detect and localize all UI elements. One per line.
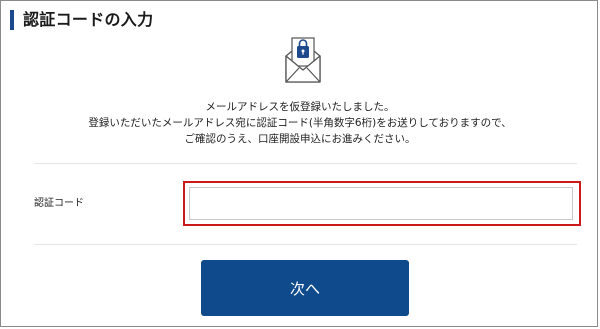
page-frame: 認証コードの入力 メールアドレスを仮登録いたしました。 登録いただいたメールアド… bbox=[0, 0, 598, 327]
title-accent-bar bbox=[10, 10, 14, 30]
message-line-2: 登録いただいたメールアドレス宛に認証コード(半角数字6桁)をお送りしておりますの… bbox=[88, 117, 512, 129]
verification-code-input[interactable] bbox=[189, 187, 573, 220]
next-button[interactable]: 次へ bbox=[201, 260, 409, 316]
page-header: 認証コードの入力 bbox=[10, 10, 153, 30]
page-title: 認証コードの入力 bbox=[23, 10, 154, 29]
message-line-3: ご確認のうえ、口座開設申込にお進みください。 bbox=[184, 133, 416, 145]
code-input-highlight bbox=[183, 181, 581, 226]
mail-lock-icon bbox=[284, 34, 322, 84]
section-divider-top bbox=[34, 163, 577, 164]
registration-message: メールアドレスを仮登録いたしました。 登録いただいたメールアドレス宛に認証コード… bbox=[1, 99, 597, 147]
code-field-label: 認証コード bbox=[34, 198, 84, 209]
message-line-1: メールアドレスを仮登録いたしました。 bbox=[205, 101, 395, 113]
section-divider-bottom bbox=[34, 244, 577, 245]
